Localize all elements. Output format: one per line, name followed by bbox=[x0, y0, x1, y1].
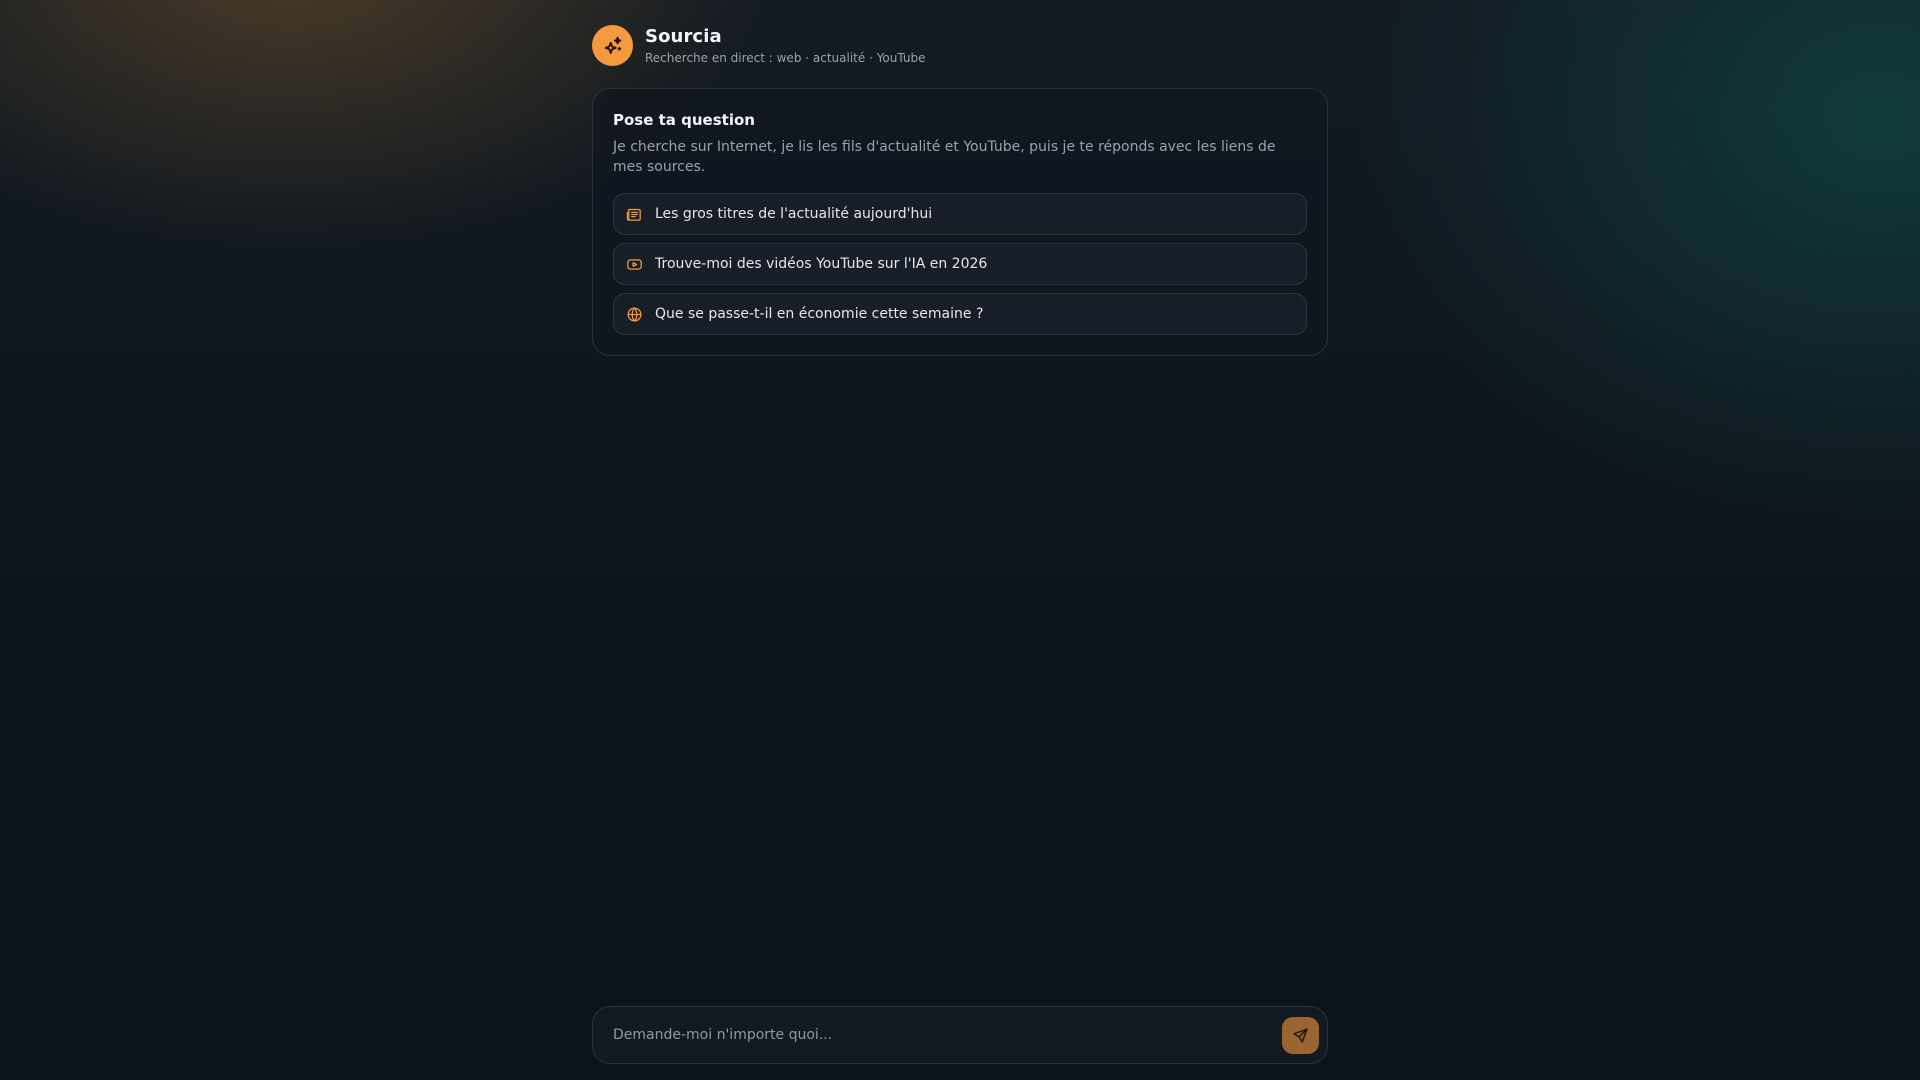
app-logo bbox=[592, 25, 633, 66]
sparkles-icon bbox=[604, 36, 621, 54]
suggestion-label: Trouve-moi des vidéos YouTube sur l'IA e… bbox=[655, 256, 988, 272]
suggestion-label: Les gros titres de l'actualité aujourd'h… bbox=[655, 206, 933, 222]
message-input[interactable] bbox=[613, 1027, 1282, 1043]
send-icon bbox=[1293, 1027, 1308, 1043]
newspaper-icon bbox=[626, 206, 643, 223]
suggestion-youtube[interactable]: Trouve-moi des vidéos YouTube sur l'IA e… bbox=[613, 243, 1307, 285]
globe-icon bbox=[626, 306, 643, 323]
youtube-icon bbox=[626, 256, 643, 273]
main-container: Sourcia Recherche en direct : web · actu… bbox=[592, 0, 1328, 1080]
suggestion-economy[interactable]: Que se passe-t-il en économie cette sema… bbox=[613, 293, 1307, 335]
message-composer bbox=[592, 1006, 1328, 1064]
suggestion-headlines[interactable]: Les gros titres de l'actualité aujourd'h… bbox=[613, 193, 1307, 235]
card-title: Pose ta question bbox=[613, 111, 755, 129]
suggestion-label: Que se passe-t-il en économie cette sema… bbox=[655, 306, 984, 322]
suggestion-list: Les gros titres de l'actualité aujourd'h… bbox=[613, 193, 1307, 335]
header-text: Sourcia Recherche en direct : web · actu… bbox=[645, 25, 926, 66]
app-subtitle: Recherche en direct : web · actualité · … bbox=[645, 51, 926, 65]
send-button[interactable] bbox=[1282, 1016, 1319, 1054]
card-description: Je cherche sur Internet, je lis les fils… bbox=[613, 139, 1276, 175]
app-title: Sourcia bbox=[645, 26, 722, 47]
welcome-card: Pose ta question Je cherche sur Internet… bbox=[592, 88, 1328, 356]
app-header: Sourcia Recherche en direct : web · actu… bbox=[592, 25, 926, 66]
